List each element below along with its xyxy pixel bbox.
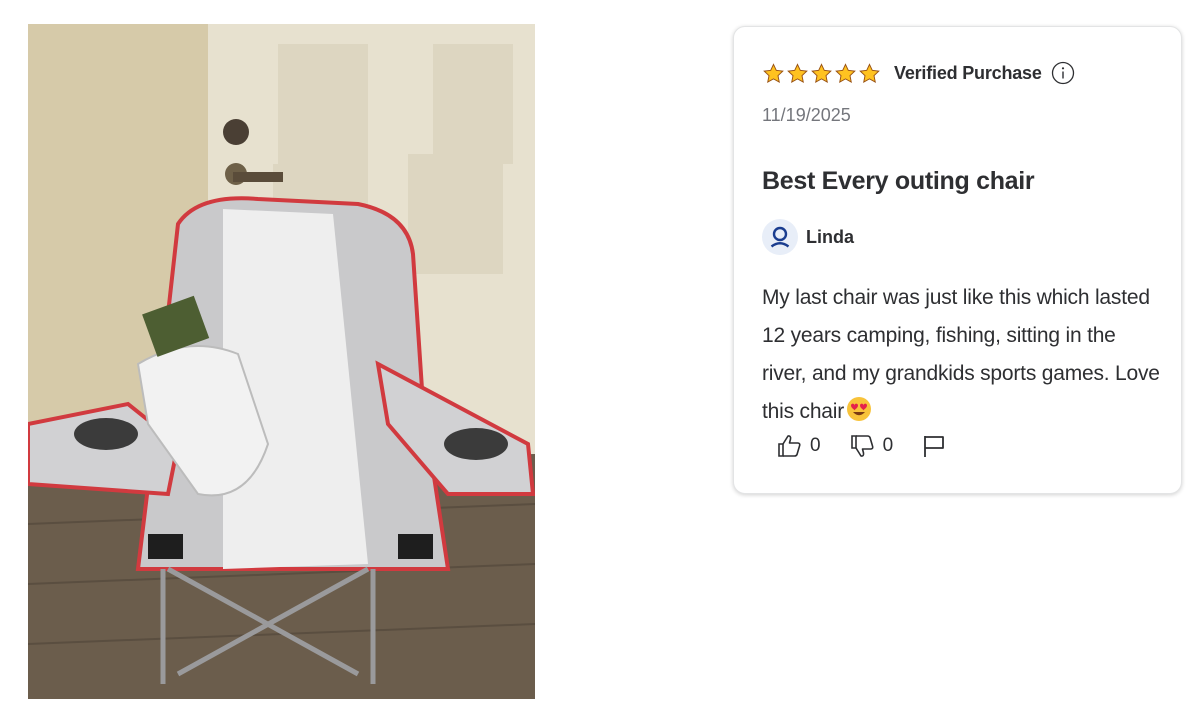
not-helpful-button[interactable]: 0 xyxy=(849,432,894,460)
info-icon[interactable] xyxy=(1051,61,1075,85)
review-text-content: My last chair was just like this which l… xyxy=(762,286,1160,423)
camping-chair-photo xyxy=(28,24,535,699)
heart-eyes-emoji xyxy=(847,397,872,421)
flag-icon xyxy=(924,436,945,457)
verified-purchase-label: Verified Purchase xyxy=(894,62,1042,83)
review-card: Verified Purchase 11/19/2025 Best Every … xyxy=(733,26,1182,494)
helpful-button[interactable]: 0 xyxy=(776,432,821,460)
review-date: 11/19/2025 xyxy=(762,105,851,125)
rating-row: Verified Purchase xyxy=(762,61,1075,85)
star-icon xyxy=(811,62,832,83)
review-photo[interactable] xyxy=(28,24,535,699)
review-text: My last chair was just like this which l… xyxy=(762,279,1162,431)
not-helpful-count: 0 xyxy=(882,435,894,456)
star-icon xyxy=(763,62,784,83)
thumbs-down-icon xyxy=(850,435,874,457)
review-title: Best Every outing chair xyxy=(762,167,1035,195)
star-icon xyxy=(787,62,808,83)
reviewer-name: Linda xyxy=(806,226,854,247)
helpful-count: 0 xyxy=(810,435,821,456)
reviewer: Linda xyxy=(762,219,854,255)
thumbs-up-icon xyxy=(778,435,801,457)
review-actions: 0 0 xyxy=(776,432,975,460)
star-rating xyxy=(762,62,881,85)
star-icon xyxy=(835,62,856,83)
avatar xyxy=(762,219,798,255)
user-icon xyxy=(770,226,790,248)
star-icon xyxy=(859,62,880,83)
report-button[interactable] xyxy=(921,433,947,459)
